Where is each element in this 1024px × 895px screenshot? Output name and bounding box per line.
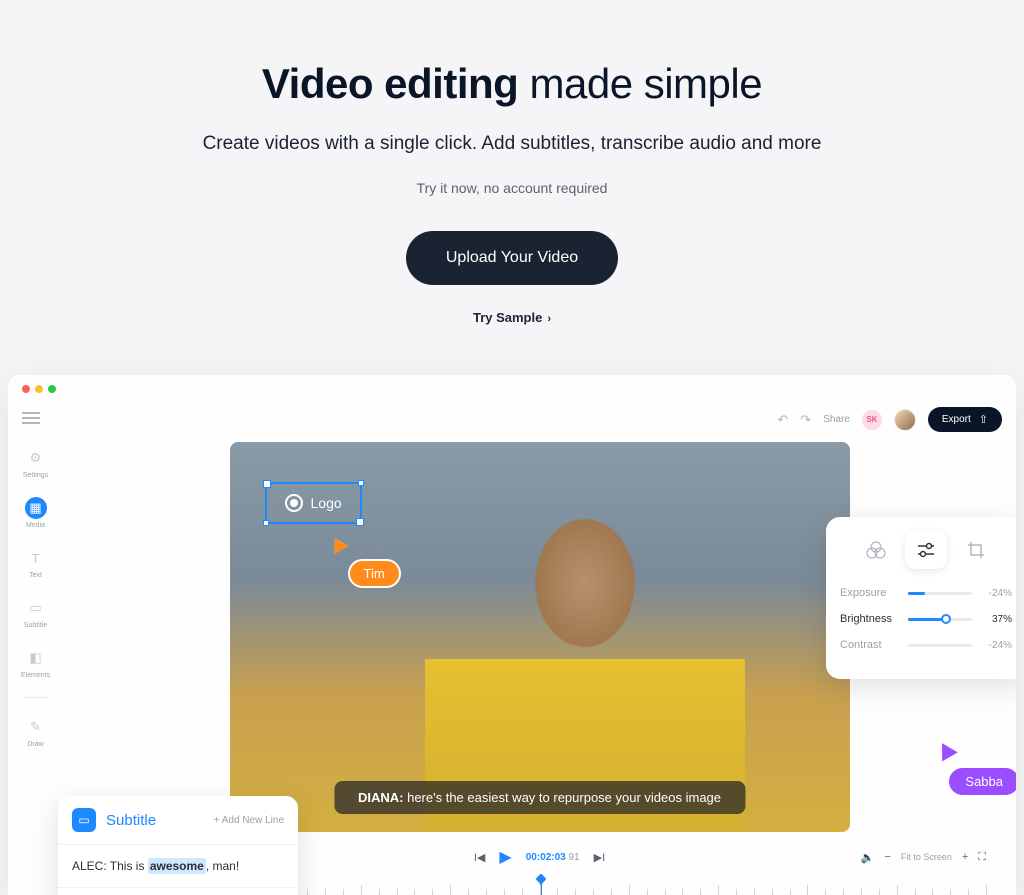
video-subject: [425, 450, 745, 830]
zoom-out-button[interactable]: −: [884, 851, 890, 863]
collaborator-cursor-tim: Tim: [330, 537, 401, 588]
collaborator-cursor-sabba: Sabba: [937, 742, 1016, 797]
hero-title: Video editing made simple: [20, 60, 1004, 108]
share-button[interactable]: Share: [823, 414, 850, 425]
contrast-slider[interactable]: [908, 644, 972, 647]
skip-back-button[interactable]: I◀: [474, 851, 486, 864]
sidebar-item-draw[interactable]: ✎ Draw: [25, 716, 47, 748]
export-button[interactable]: Export ⇧: [928, 407, 1002, 432]
video-caption: DIANA: here's the easiest way to repurpo…: [334, 781, 745, 814]
text-icon: T: [25, 547, 47, 569]
skip-forward-button[interactable]: ▶I: [594, 851, 606, 864]
left-sidebar: ⚙ Settings ▦ Media T Text ▭ Subtitle ◧ E…: [8, 442, 63, 895]
user-avatar[interactable]: [894, 409, 916, 431]
pencil-icon: ✎: [25, 716, 47, 738]
editor-window: ↶ ↷ Share SK Export ⇧ ⚙ Settings ▦ Media…: [8, 375, 1016, 895]
sidebar-item-elements[interactable]: ◧ Elements: [21, 647, 50, 679]
exposure-row[interactable]: Exposure -24%: [840, 587, 1012, 599]
undo-icon[interactable]: ↶: [777, 412, 788, 428]
sidebar-item-settings[interactable]: ⚙ Settings: [23, 447, 48, 479]
hero-tryit: Try it now, no account required: [20, 180, 1004, 196]
zoom-in-button[interactable]: +: [962, 851, 968, 863]
try-sample-link[interactable]: Try Sample›: [20, 310, 1004, 325]
brightness-row[interactable]: Brightness 37%: [840, 613, 1012, 625]
sidebar-divider: [23, 697, 48, 698]
sliders-tab[interactable]: [905, 531, 947, 569]
subtitle-panel-icon: ▭: [72, 808, 96, 832]
logo-icon: [285, 494, 303, 512]
elements-icon: ◧: [25, 647, 47, 669]
time-display: 00:02:03 91: [526, 852, 580, 863]
cursor-icon: [327, 534, 348, 554]
brightness-slider[interactable]: [908, 618, 972, 621]
sidebar-item-text[interactable]: T Text: [25, 547, 47, 579]
subtitle-icon: ▭: [24, 597, 46, 619]
chevron-right-icon: ›: [547, 313, 551, 325]
video-canvas[interactable]: Logo Tim DIANA: here's the easiest way t…: [230, 442, 850, 832]
window-controls: [8, 375, 1016, 403]
fullscreen-icon[interactable]: ⛶: [978, 851, 986, 864]
minimize-dot-icon: [35, 385, 43, 393]
gear-icon: ⚙: [24, 447, 46, 469]
redo-icon[interactable]: ↷: [800, 412, 811, 428]
adjustments-panel: Exposure -24% Brightness 37% Contrast -2…: [826, 517, 1016, 679]
collaborator-avatar[interactable]: SK: [862, 410, 882, 430]
subtitle-formatting-toolbar: B I U S Color: [58, 887, 298, 895]
color-balance-tab[interactable]: [855, 531, 897, 569]
subtitle-line-1[interactable]: ALEC: This is awesome, man!: [58, 844, 298, 887]
sidebar-item-subtitle[interactable]: ▭ Subtitle: [24, 597, 47, 629]
close-dot-icon: [22, 385, 30, 393]
exposure-slider[interactable]: [908, 592, 972, 595]
contrast-row[interactable]: Contrast -24%: [840, 639, 1012, 651]
maximize-dot-icon: [48, 385, 56, 393]
cursor-icon: [935, 739, 959, 762]
play-button[interactable]: ▶: [499, 847, 511, 867]
sidebar-item-media[interactable]: ▦ Media: [25, 497, 47, 529]
logo-overlay[interactable]: Logo: [265, 482, 362, 524]
fit-to-screen-label[interactable]: Fit to Screen: [901, 852, 952, 862]
add-new-line-button[interactable]: + Add New Line: [214, 815, 284, 826]
menu-icon[interactable]: [22, 411, 40, 429]
volume-icon[interactable]: 🔈: [861, 851, 875, 864]
subtitle-panel: ▭ Subtitle + Add New Line ALEC: This is …: [58, 796, 298, 895]
crop-tab[interactable]: [955, 531, 997, 569]
hero-subtitle: Create videos with a single click. Add s…: [20, 133, 1004, 155]
upload-icon: ⇧: [979, 413, 988, 426]
subtitle-panel-title: Subtitle: [106, 812, 156, 829]
media-icon: ▦: [25, 497, 47, 519]
upload-video-button[interactable]: Upload Your Video: [406, 231, 618, 285]
